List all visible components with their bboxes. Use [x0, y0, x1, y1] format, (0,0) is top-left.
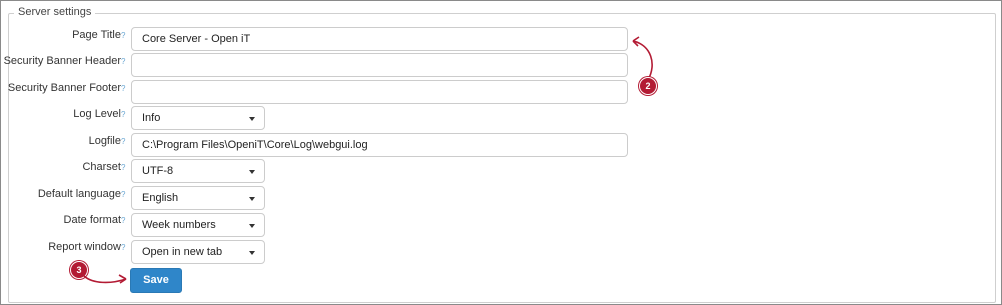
date-format-value: Week numbers [142, 219, 216, 231]
page-title-input[interactable]: Core Server - Open iT [131, 27, 628, 51]
security-banner-footer-label: Security Banner Footer [7, 82, 121, 94]
date-format-label: Date format [63, 214, 121, 226]
charset-value: UTF-8 [142, 165, 174, 177]
default-language-select[interactable]: English [131, 186, 265, 210]
callout-arrow-3 [83, 274, 127, 284]
report-window-select[interactable]: Open in new tab [131, 240, 265, 264]
server-settings-legend: Server settings [14, 5, 96, 19]
charset-select[interactable]: UTF-8 [131, 159, 265, 183]
default-language-help-icon[interactable]: ? [121, 190, 125, 200]
report-window-value: Open in new tab [142, 246, 223, 258]
chevron-down-icon [249, 170, 255, 174]
log-level-select[interactable]: Info [131, 106, 265, 130]
chevron-down-icon [249, 224, 255, 228]
charset-help-icon[interactable]: ? [121, 163, 125, 173]
security-banner-header-label: Security Banner Header [3, 55, 121, 67]
chevron-down-icon [249, 251, 255, 255]
page-title-help-icon[interactable]: ? [121, 31, 125, 41]
date-format-select[interactable]: Week numbers [131, 213, 265, 237]
save-button[interactable]: Save [130, 268, 182, 293]
default-language-value: English [142, 192, 179, 204]
security-banner-header-help-icon[interactable]: ? [121, 57, 125, 67]
screenshot-frame: Server settings Page Title ? Core Server… [0, 0, 1002, 305]
charset-label: Charset [82, 161, 121, 173]
logfile-label: Logfile [88, 135, 121, 147]
chevron-down-icon [249, 117, 255, 121]
security-banner-footer-help-icon[interactable]: ? [121, 84, 125, 94]
callout-badge-2: 2 [639, 77, 657, 95]
chevron-down-icon [249, 197, 255, 201]
default-language-label: Default language [37, 188, 121, 200]
logfile-help-icon[interactable]: ? [121, 137, 125, 147]
log-level-help-icon[interactable]: ? [121, 110, 125, 120]
log-level-value: Info [142, 112, 161, 124]
callout-arrow-2 [632, 36, 653, 81]
security-banner-header-input[interactable] [131, 53, 628, 77]
report-window-label: Report window [48, 241, 121, 253]
date-format-help-icon[interactable]: ? [121, 216, 125, 226]
security-banner-footer-input[interactable] [131, 80, 628, 104]
page-title-label: Page Title [72, 29, 121, 41]
logfile-input[interactable]: C:\Program Files\OpeniT\Core\Log\webgui.… [131, 133, 628, 157]
log-level-label: Log Level [73, 108, 121, 120]
report-window-help-icon[interactable]: ? [121, 243, 125, 253]
